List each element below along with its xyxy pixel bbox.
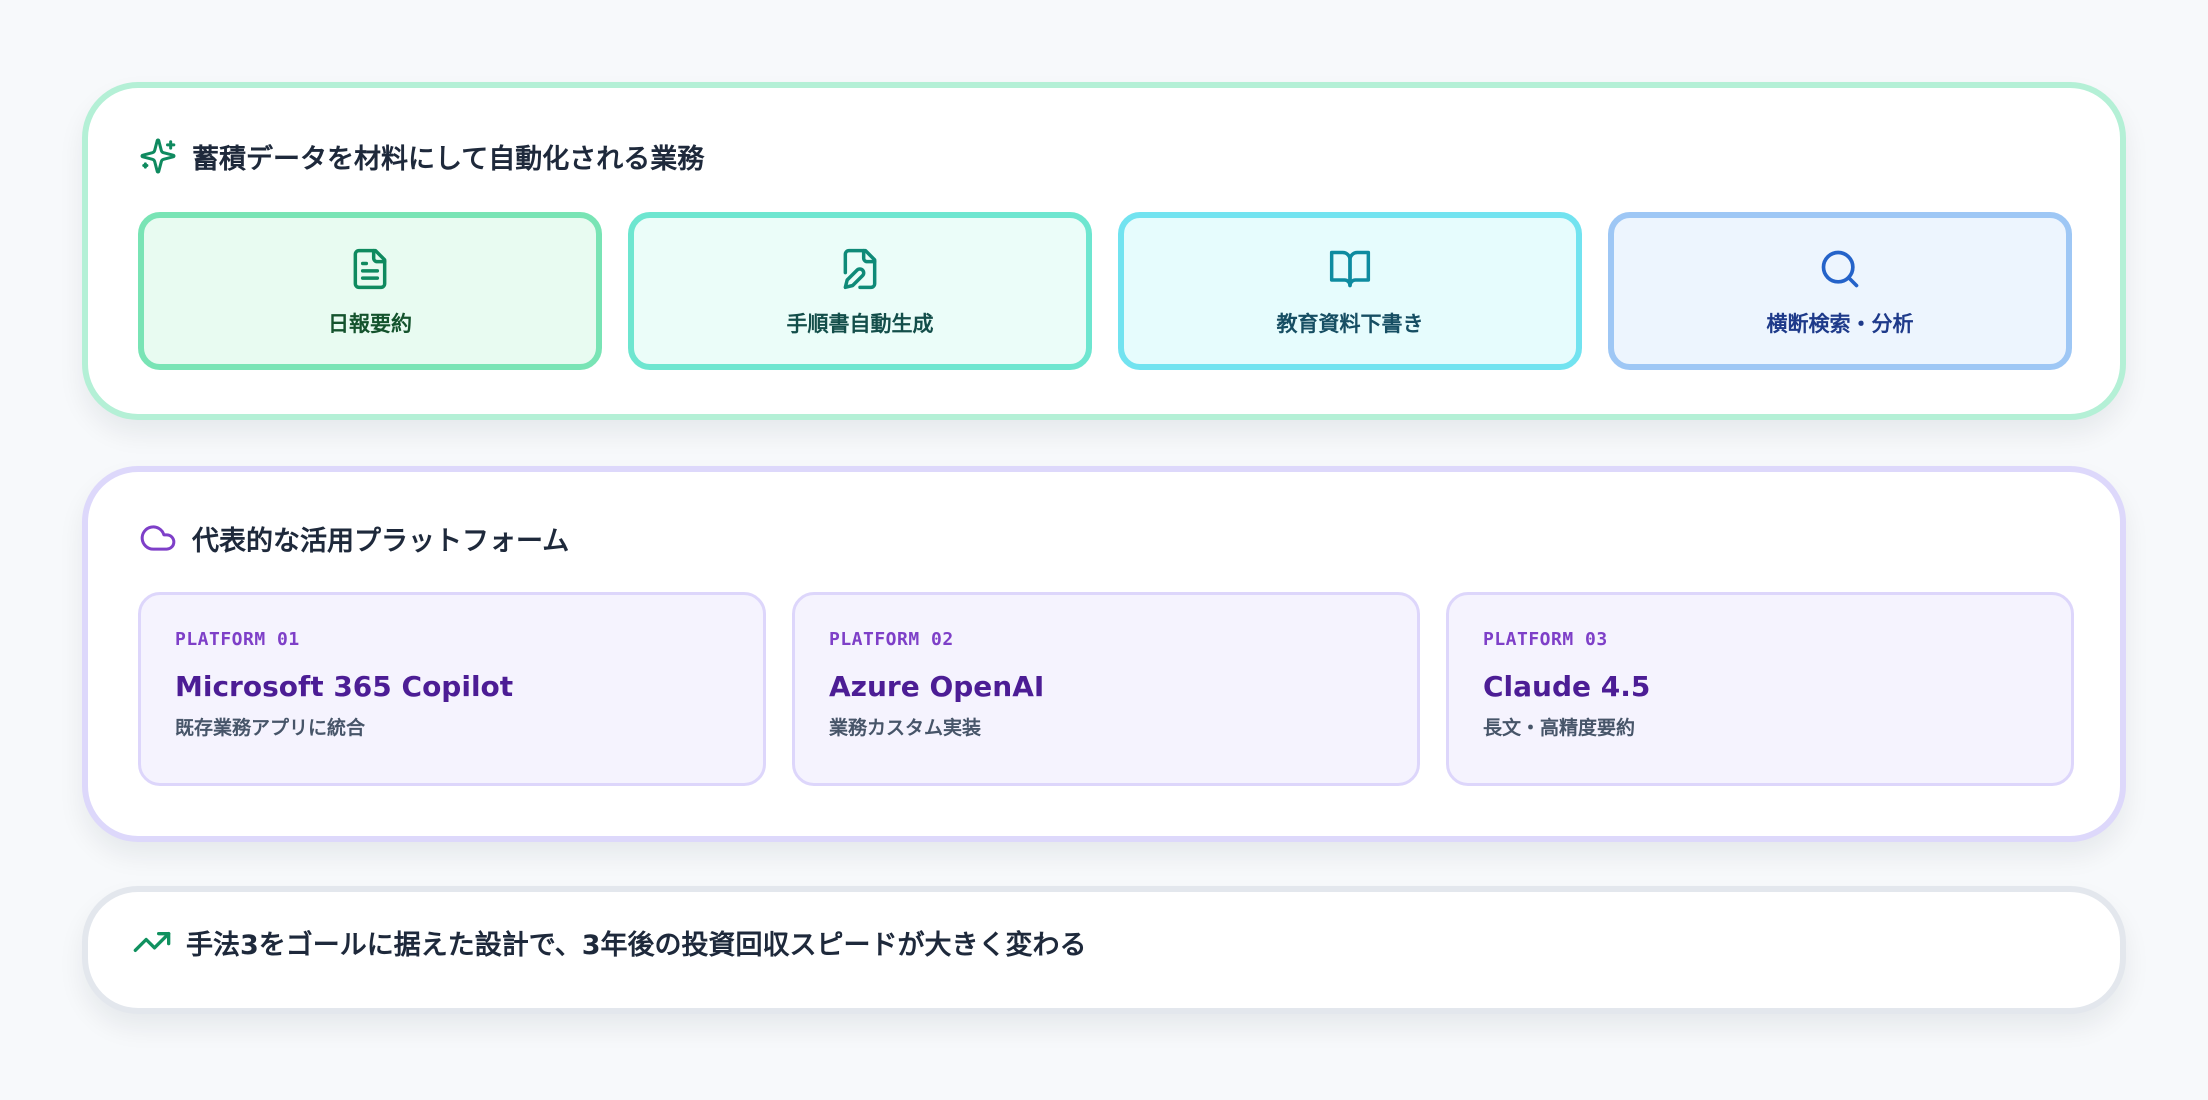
task-card-daily-summary[interactable]: 日報要約 [138,212,602,370]
platform-name: Claude 4.5 [1483,670,1651,703]
sparkles-icon [138,136,178,176]
file-text-icon [345,244,395,294]
platform-desc: 業務カスタム実装 [829,717,982,739]
platform-tag: PLATFORM 03 [1483,629,1608,650]
search-icon [1815,244,1865,294]
platform-desc: 既存業務アプリに統合 [175,717,366,739]
conclusion-panel: 手法3をゴールに据えた設計で、3年後の投資回収スピードが大きく変わる [82,886,2126,1014]
platforms-title: 代表的な活用プラットフォーム [192,525,570,557]
page: 蓄積データを材料にして自動化される業務 日報要約 手順書自動生成 教育資料下書き… [0,0,2208,1100]
platform-tag: PLATFORM 01 [175,629,300,650]
automation-title: 蓄積データを材料にして自動化される業務 [192,143,705,175]
file-pen-icon [835,244,885,294]
platform-name: Azure OpenAI [829,670,1045,703]
platform-name: Microsoft 365 Copilot [175,670,514,703]
platforms-header: 代表的な活用プラットフォーム [138,518,569,558]
task-label: 日報要約 [328,312,412,336]
conclusion-header: 手法3をゴールに据えた設計で、3年後の投資回収スピードが大きく変わる [132,922,1087,962]
trending-up-icon [132,922,172,962]
task-label: 横断検索・分析 [1766,312,1914,336]
platform-card-03[interactable]: PLATFORM 03 Claude 4.5 長文・高精度要約 [1446,592,2074,786]
platform-card-01[interactable]: PLATFORM 01 Microsoft 365 Copilot 既存業務アプ… [138,592,766,786]
cloud-icon [138,518,178,558]
task-label: 手順書自動生成 [786,312,934,336]
task-list: 日報要約 手順書自動生成 教育資料下書き 横断検索・分析 [138,212,2072,370]
conclusion-text: 手法3をゴールに据えた設計で、3年後の投資回収スピードが大きく変わる [186,929,1087,961]
platform-tag: PLATFORM 02 [829,629,954,650]
platform-desc: 長文・高精度要約 [1483,717,1636,739]
task-card-procedure-generation[interactable]: 手順書自動生成 [628,212,1092,370]
task-card-training-draft[interactable]: 教育資料下書き [1118,212,1582,370]
automation-panel: 蓄積データを材料にして自動化される業務 日報要約 手順書自動生成 教育資料下書き… [82,82,2126,420]
task-label: 教育資料下書き [1276,312,1424,336]
automation-header: 蓄積データを材料にして自動化される業務 [138,136,704,176]
platform-card-02[interactable]: PLATFORM 02 Azure OpenAI 業務カスタム実装 [792,592,1420,786]
platform-list: PLATFORM 01 Microsoft 365 Copilot 既存業務アプ… [138,592,2074,786]
task-card-cross-search[interactable]: 横断検索・分析 [1608,212,2072,370]
book-open-icon [1325,244,1375,294]
platforms-panel: 代表的な活用プラットフォーム PLATFORM 01 Microsoft 365… [82,466,2126,842]
